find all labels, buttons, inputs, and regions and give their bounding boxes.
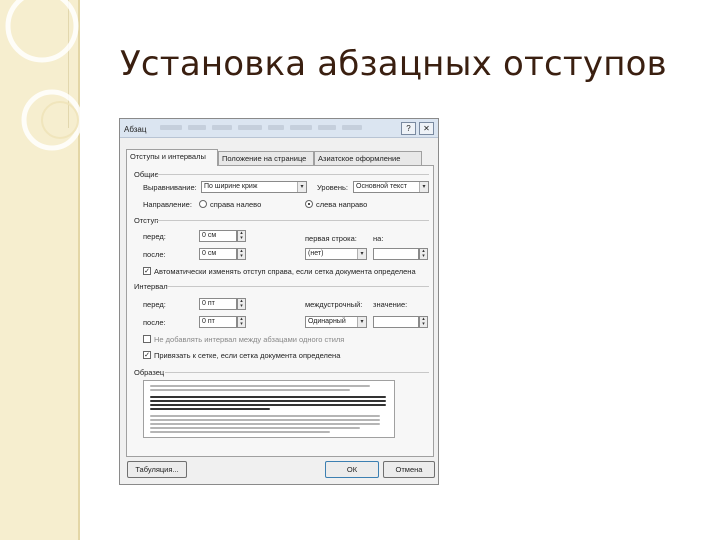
first-line-label: первая строка: [305, 234, 357, 243]
indent-after-label: после: [143, 250, 166, 259]
spacing-heading: Интервал [134, 282, 168, 291]
line-value-label: значение: [373, 300, 408, 309]
line-spacing-dropdown-icon[interactable]: ▾ [357, 317, 366, 327]
spin-down-icon[interactable]: ▾ [238, 254, 245, 259]
line-spacing-label: междустрочный: [305, 300, 363, 309]
indent-before-value: 0 см [202, 232, 217, 239]
spin-down-icon[interactable]: ▾ [238, 236, 245, 241]
spin-down-icon[interactable]: ▾ [238, 322, 245, 327]
line-spacing-value: Одинарный [308, 318, 346, 325]
spacing-before-value: 0 пт [202, 300, 215, 307]
dialog-title: Абзац [124, 125, 147, 134]
level-label: Уровень: [317, 183, 348, 192]
close-button[interactable]: ✕ [419, 122, 434, 135]
no-space-checkbox[interactable] [143, 335, 151, 343]
help-button[interactable]: ? [401, 122, 416, 135]
slide-title: Установка абзацных отступов [120, 44, 667, 84]
first-line-amount-input[interactable] [373, 248, 419, 260]
faded-ribbon-ghost [160, 125, 390, 131]
indent-after-value: 0 см [202, 250, 217, 257]
sample-separator [165, 372, 429, 373]
sample-preview [143, 380, 395, 438]
spacing-before-label: перед: [143, 300, 166, 309]
tab-line-page-breaks[interactable]: Положение на странице [218, 151, 314, 165]
decor-circles [5, 0, 80, 151]
tab-panel: Общие Выравнивание: По ширине криж ▾ Уро… [126, 165, 434, 457]
first-line-amount-spinner[interactable]: ▴ ▾ [419, 248, 428, 260]
tab-indents-spacing[interactable]: Отступы и интервалы [126, 149, 218, 166]
tabs-button[interactable]: Табуляция... [127, 461, 187, 478]
no-space-label: Не добавлять интервал между абзацами одн… [154, 335, 345, 344]
auto-indent-label: Автоматически изменять отступ справа, ес… [154, 267, 416, 276]
snap-grid-checkbox[interactable]: ✓ [143, 351, 151, 359]
spacing-after-label: после: [143, 318, 166, 327]
snap-grid-label: Привязать к сетке, если сетка документа … [154, 351, 341, 360]
spacing-after-spinner[interactable]: ▴ ▾ [237, 316, 246, 328]
level-value: Основной текст [356, 183, 407, 190]
spacing-before-input[interactable]: 0 пт [199, 298, 237, 310]
indent-before-input[interactable]: 0 см [199, 230, 237, 242]
spin-down-icon[interactable]: ▾ [238, 304, 245, 309]
cancel-button[interactable]: Отмена [383, 461, 435, 478]
dialog-titlebar: Абзац ? ✕ [120, 119, 438, 138]
sample-heading: Образец [134, 368, 165, 377]
first-line-dropdown-icon[interactable]: ▾ [357, 249, 366, 259]
indent-after-input[interactable]: 0 см [199, 248, 237, 260]
direction-label: Направление: [143, 200, 192, 209]
first-line-value: (нет) [308, 250, 324, 257]
ltr-radio[interactable] [305, 200, 313, 208]
general-separator [157, 174, 429, 175]
level-select[interactable]: Основной текст [353, 181, 429, 193]
line-value-input[interactable] [373, 316, 419, 328]
alignment-select[interactable]: По ширине криж [201, 181, 307, 193]
alignment-label: Выравнивание: [143, 183, 197, 192]
indent-after-spinner[interactable]: ▴ ▾ [237, 248, 246, 260]
alignment-value: По ширине криж [204, 183, 258, 190]
ltr-label: слева направо [316, 200, 368, 209]
general-heading: Общие [134, 170, 159, 179]
indent-heading: Отступ [134, 216, 159, 225]
spin-down-icon[interactable]: ▾ [420, 322, 427, 327]
first-line-on-label: на: [373, 234, 384, 243]
tab-asian-typography[interactable]: Азиатское оформление [314, 151, 422, 165]
indent-before-spinner[interactable]: ▴ ▾ [237, 230, 246, 242]
level-dropdown-icon[interactable]: ▾ [419, 182, 428, 192]
spin-down-icon[interactable]: ▾ [420, 254, 427, 259]
spacing-after-input[interactable]: 0 пт [199, 316, 237, 328]
spacing-after-value: 0 пт [202, 318, 215, 325]
spacing-before-spinner[interactable]: ▴ ▾ [237, 298, 246, 310]
ok-button[interactable]: ОК [325, 461, 379, 478]
dialog-tabs: Отступы и интервалы Положение на страниц… [126, 149, 436, 166]
paragraph-dialog: Абзац ? ✕ Отступы и интервалы Положение … [119, 118, 439, 485]
line-value-spinner[interactable]: ▴ ▾ [419, 316, 428, 328]
auto-indent-checkbox[interactable]: ✓ [143, 267, 151, 275]
indent-before-label: перед: [143, 232, 166, 241]
alignment-dropdown-icon[interactable]: ▾ [297, 182, 306, 192]
rtl-radio[interactable] [199, 200, 207, 208]
indent-separator [157, 220, 429, 221]
spacing-separator [167, 286, 429, 287]
rtl-label: справа налево [210, 200, 262, 209]
